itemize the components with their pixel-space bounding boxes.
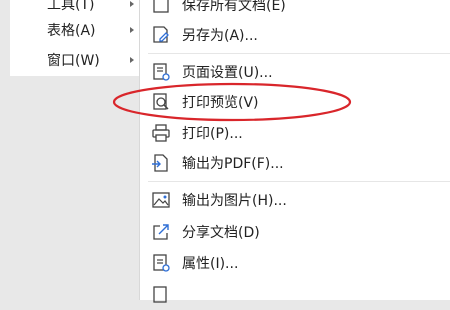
- menu-item-share[interactable]: 分享文档(D): [140, 217, 450, 247]
- menu-item-page-setup[interactable]: 页面设置(U)...: [140, 57, 450, 87]
- menu-item-window[interactable]: 窗口(W): [10, 46, 140, 76]
- menu-item-properties[interactable]: 属性(I)...: [140, 248, 450, 278]
- menu-separator: [148, 53, 450, 54]
- print-preview-icon: [151, 92, 171, 112]
- menu-item-print-preview-label: 打印预览(V): [182, 95, 259, 111]
- menu-item-cut-off[interactable]: [140, 280, 450, 310]
- menu-item-share-label: 分享文档(D): [182, 225, 260, 241]
- export-image-icon: [151, 190, 171, 210]
- main-menu-panel: 工具(T) 表格(A) 窗口(W): [10, 0, 141, 76]
- save-as-icon: [151, 25, 171, 45]
- menu-item-save-all-label: 保存所有文档(E): [182, 0, 286, 14]
- properties-icon: [151, 253, 171, 273]
- menu-item-tools-label: 工具(T): [47, 0, 95, 13]
- menu-item-export-pdf[interactable]: 输出为PDF(F)...: [140, 148, 450, 178]
- save-all-icon: [151, 0, 171, 15]
- menu-item-save-all[interactable]: 保存所有文档(E): [140, 0, 450, 20]
- menu-item-window-label: 窗口(W): [47, 53, 100, 69]
- file-submenu-panel: 保存所有文档(E) 另存为(A)... 页面设置(U)... 打印预览(V) 打…: [139, 0, 450, 303]
- chevron-right-icon: [130, 27, 134, 33]
- page-setup-icon: [151, 62, 171, 82]
- menu-item-export-pdf-label: 输出为PDF(F)...: [182, 156, 284, 172]
- printer-icon: [151, 123, 171, 143]
- menu-item-save-as-label: 另存为(A)...: [182, 28, 258, 44]
- menu-item-print[interactable]: 打印(P)...: [140, 118, 450, 148]
- menu-item-table[interactable]: 表格(A): [10, 16, 140, 46]
- chevron-right-icon: [130, 57, 134, 63]
- menu-separator: [148, 181, 450, 182]
- menu-item-print-label: 打印(P)...: [182, 126, 243, 142]
- menu-item-print-preview[interactable]: 打印预览(V): [140, 87, 450, 117]
- share-icon: [151, 222, 171, 242]
- chevron-right-icon: [130, 1, 134, 7]
- menu-item-export-image[interactable]: 输出为图片(H)...: [140, 185, 450, 215]
- menu-item-table-label: 表格(A): [47, 23, 96, 39]
- menu-item-page-setup-label: 页面设置(U)...: [182, 65, 273, 81]
- export-pdf-icon: [151, 153, 171, 173]
- menu-item-export-image-label: 输出为图片(H)...: [182, 193, 287, 209]
- menu-item-save-as[interactable]: 另存为(A)...: [140, 20, 450, 50]
- menu-item-properties-label: 属性(I)...: [182, 256, 239, 272]
- doc-icon: [151, 285, 171, 305]
